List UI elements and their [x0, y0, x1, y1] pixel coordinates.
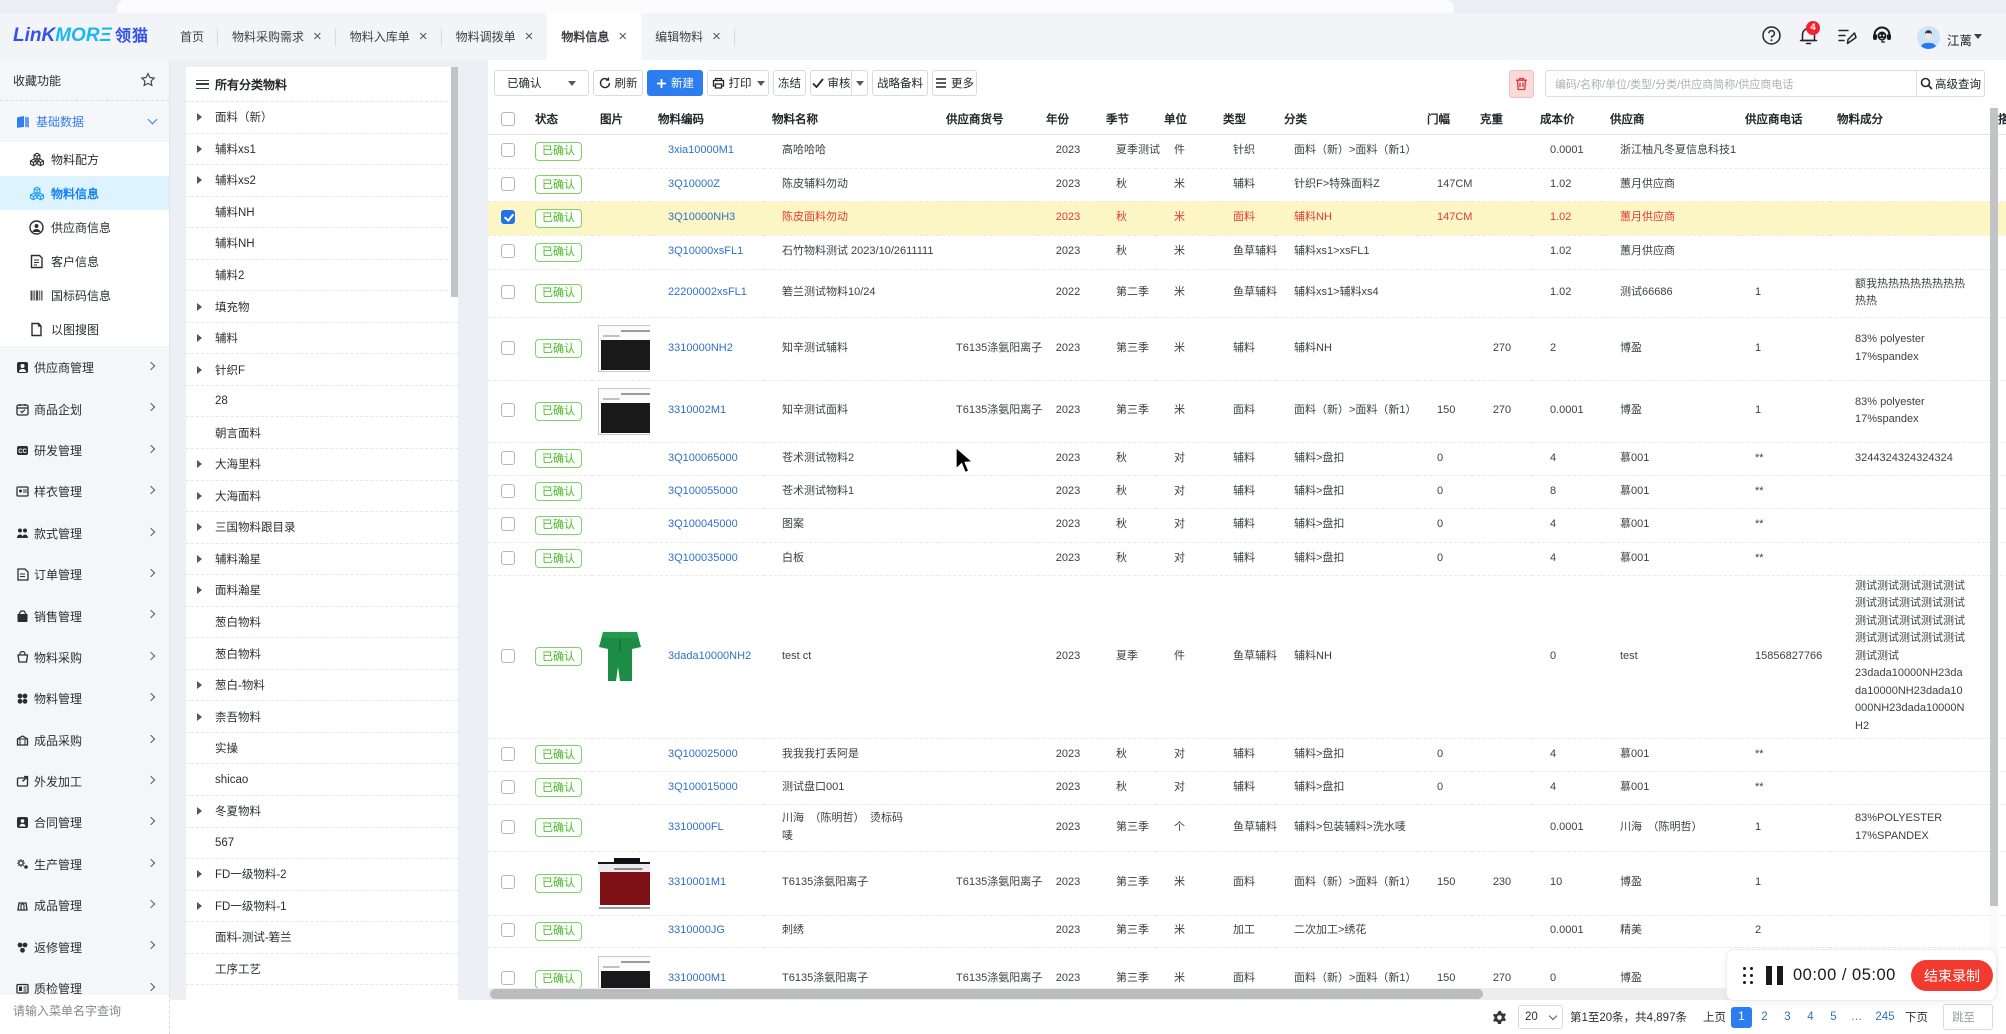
svg-text:CC: CC — [18, 449, 27, 455]
